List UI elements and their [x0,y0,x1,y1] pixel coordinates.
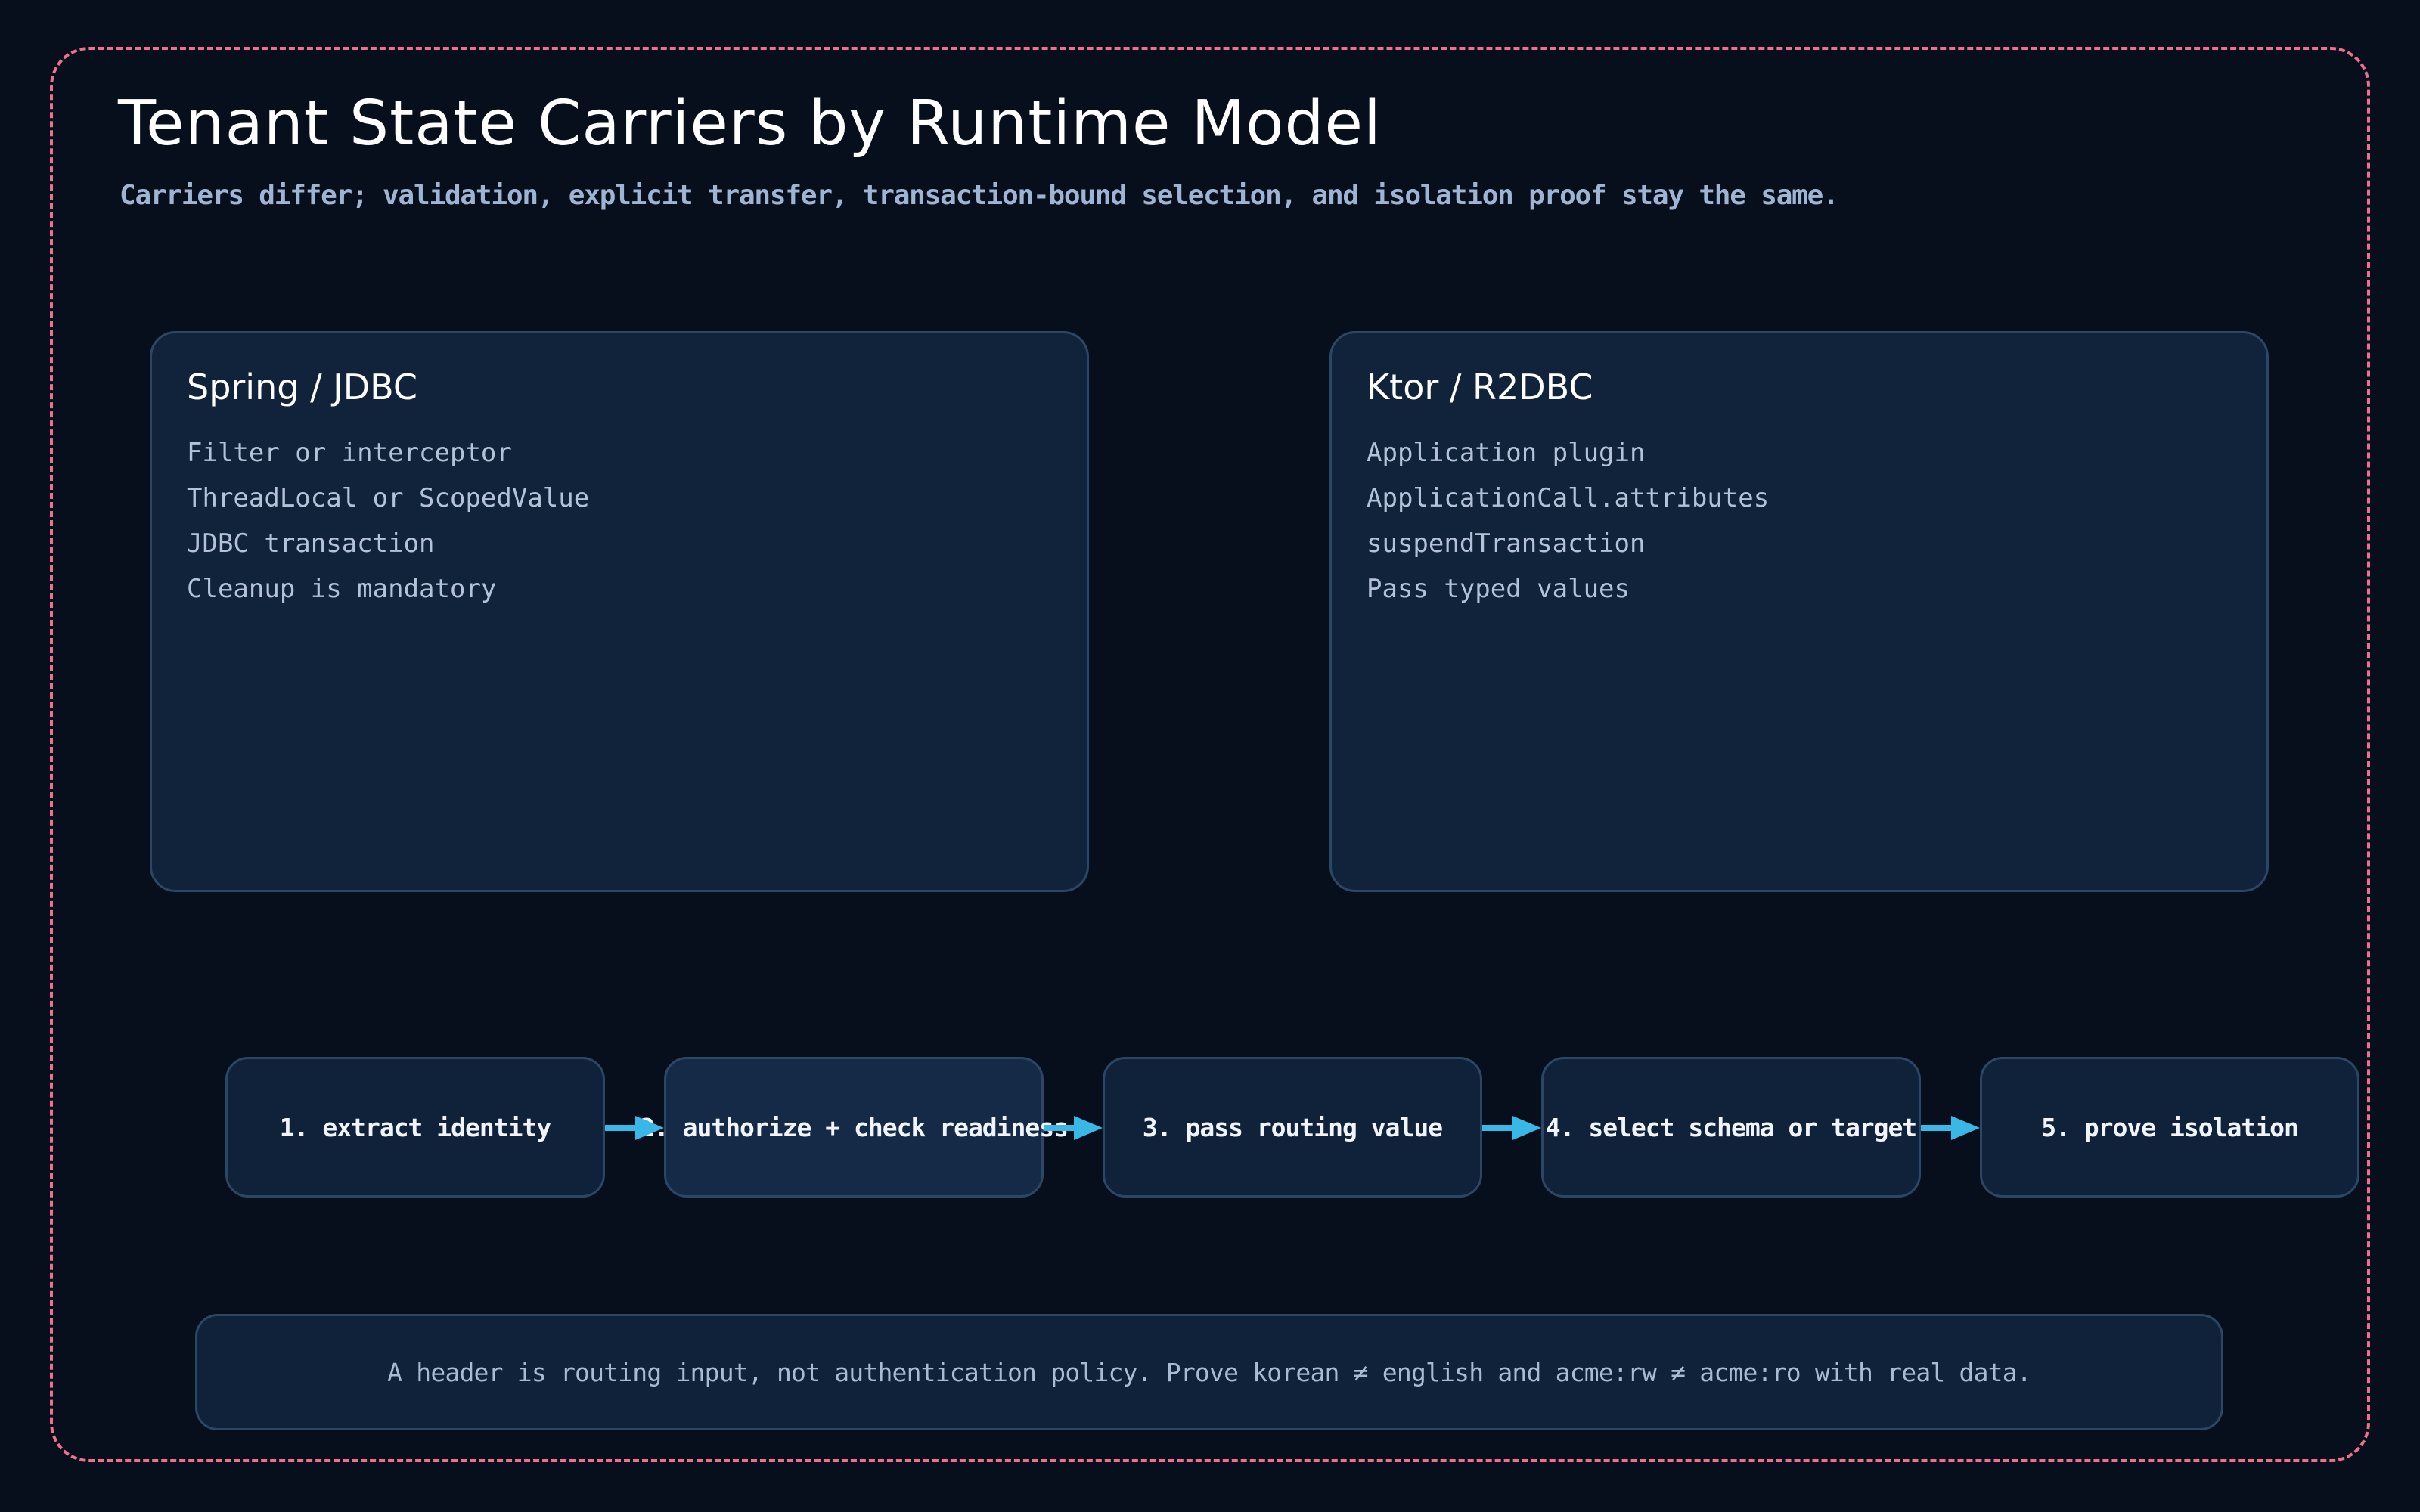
flow-arrow-2-3 [1044,1116,1103,1140]
flow-arrow-1-2 [605,1116,664,1140]
flow-arrow-3-4 [1482,1116,1541,1140]
flow-arrow-4-5 [1921,1116,1980,1140]
routing-note-text: A header is routing input, not authentic… [387,1357,2032,1387]
routing-note: A header is routing input, not authentic… [195,1314,2223,1430]
flow-arrows [605,1116,1980,1140]
